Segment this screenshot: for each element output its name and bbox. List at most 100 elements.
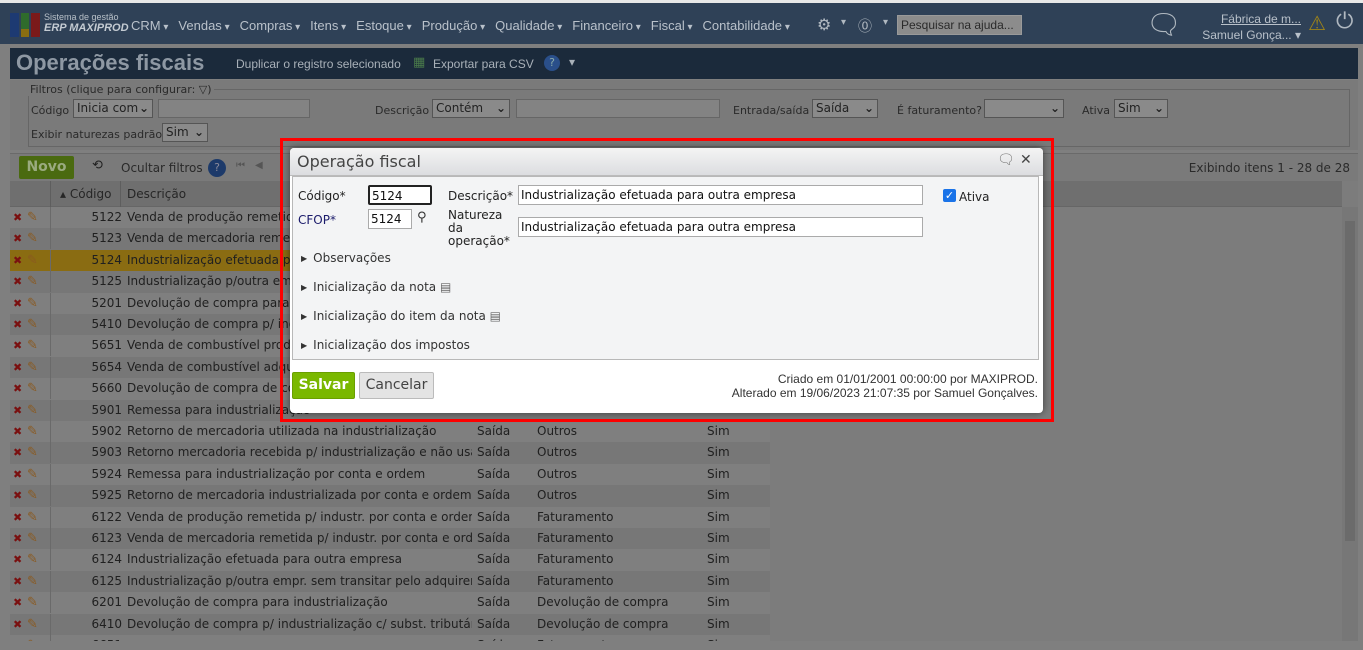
notes-icon[interactable]: ▤: [440, 280, 451, 294]
ativa-filter-select[interactable]: Sim: [1114, 99, 1168, 118]
table-row[interactable]: ✖ ✎ 5903 Retorno mercadoria recebida p/ ind…: [10, 442, 770, 464]
edit-icon[interactable]: ✎: [27, 400, 38, 421]
filters-legend[interactable]: Filtros (clique para configurar: ▽): [28, 83, 214, 96]
cancel-button[interactable]: Cancelar: [359, 372, 434, 399]
edit-icon[interactable]: ✎: [27, 335, 38, 356]
entrada-saida-select[interactable]: Saída: [812, 99, 878, 118]
codigo-operator-select[interactable]: Inicia com: [73, 99, 153, 118]
help-icon[interactable]: ?: [544, 55, 560, 71]
section-inicializacao-impostos[interactable]: Inicialização dos impostos: [301, 338, 470, 352]
chevron-down-icon[interactable]: ▾: [883, 17, 888, 28]
chevron-down-icon[interactable]: ▾: [841, 17, 846, 28]
table-row[interactable]: ✖ ✎ 6123 Venda de mercadoria remetida p/ in…: [10, 528, 770, 550]
edit-icon[interactable]: ✎: [27, 485, 38, 506]
edit-icon[interactable]: ✎: [27, 314, 38, 335]
delete-icon[interactable]: ✖: [13, 335, 22, 356]
delete-icon[interactable]: ✖: [13, 507, 22, 528]
chat-icon[interactable]: 🗨: [1146, 8, 1182, 41]
menu-qualidade[interactable]: Qualidade: [495, 18, 562, 33]
section-inicializacao-item[interactable]: Inicialização do item da nota ▤: [301, 309, 501, 323]
help-search-input[interactable]: Pesquisar na ajuda...: [897, 15, 1022, 35]
prev-page-icon[interactable]: ◀: [255, 160, 263, 171]
table-row[interactable]: ✖ ✎ 6125 Industrialização p/outra empr. sem…: [10, 570, 770, 593]
delete-icon[interactable]: ✖: [13, 421, 22, 442]
section-observacoes[interactable]: Observações: [301, 251, 391, 265]
power-icon[interactable]: ⏻: [1336, 9, 1353, 34]
edit-icon[interactable]: ✎: [27, 357, 38, 378]
natureza-input[interactable]: Industrialização efetuada para outra emp…: [518, 217, 923, 237]
edit-icon[interactable]: ✎: [27, 250, 38, 271]
delete-icon[interactable]: ✖: [13, 549, 22, 570]
table-row[interactable]: ✖ ✎ 6410 Devolução de compra p/ industriali…: [10, 613, 770, 635]
edit-icon[interactable]: ✎: [27, 507, 38, 528]
menu-compras[interactable]: Compras: [240, 18, 301, 33]
edit-icon[interactable]: ✎: [27, 421, 38, 442]
edit-icon[interactable]: ✎: [27, 614, 38, 635]
user-menu[interactable]: Fábrica de m... Samuel Gonça... ▾: [1202, 11, 1301, 43]
notes-icon[interactable]: ▤: [490, 309, 501, 323]
menu-fiscal[interactable]: Fiscal: [651, 18, 693, 33]
delete-icon[interactable]: ✖: [13, 378, 22, 399]
user-name[interactable]: Samuel Gonça...: [1202, 28, 1291, 42]
table-row[interactable]: ✖ ✎ 6651 Saída Faturamento Sim: [10, 635, 770, 641]
edit-icon[interactable]: ✎: [27, 635, 38, 641]
menu-contabilidade[interactable]: Contabilidade: [703, 18, 790, 33]
warning-icon[interactable]: ⚠: [1308, 11, 1326, 35]
edit-icon[interactable]: ✎: [27, 271, 38, 292]
table-row[interactable]: ✖ ✎ 6201 Devolução de compra para industria…: [10, 592, 770, 614]
company-link[interactable]: Fábrica de m...: [1202, 11, 1301, 27]
delete-icon[interactable]: ✖: [13, 528, 22, 549]
delete-icon[interactable]: ✖: [13, 357, 22, 378]
delete-icon[interactable]: ✖: [13, 271, 22, 292]
delete-icon[interactable]: ✖: [13, 314, 22, 335]
table-row[interactable]: ✖ ✎ 6124 Industrialização efetuada para out…: [10, 549, 770, 571]
edit-icon[interactable]: ✎: [27, 592, 38, 613]
descricao-operator-select[interactable]: Contém: [432, 99, 510, 118]
table-row[interactable]: ✖ ✎ 6122 Venda de produção remetida p/ indu…: [10, 506, 770, 528]
delete-icon[interactable]: ✖: [13, 614, 22, 635]
table-row[interactable]: ✖ ✎ 5925 Retorno de mercadoria industrializ…: [10, 485, 770, 507]
column-descricao[interactable]: Descrição: [127, 187, 186, 201]
delete-icon[interactable]: ✖: [13, 571, 22, 592]
export-csv-link[interactable]: Exportar para CSV: [433, 57, 534, 71]
column-codigo[interactable]: ▴ Código: [60, 187, 111, 201]
hide-filters-button[interactable]: Ocultar filtros: [121, 161, 203, 175]
menu-crm[interactable]: CRM: [131, 18, 168, 33]
codigo-filter-input[interactable]: [158, 99, 310, 118]
table-row[interactable]: ✖ ✎ 5902 Retorno de mercadoria utilizada na…: [10, 421, 770, 443]
descricao-input[interactable]: Industrialização efetuada para outra emp…: [518, 185, 923, 205]
edit-icon[interactable]: ✎: [27, 464, 38, 485]
close-icon[interactable]: ✕: [1020, 152, 1032, 168]
naturezas-select[interactable]: Sim: [162, 123, 208, 142]
edit-icon[interactable]: ✎: [27, 528, 38, 549]
cfop-input[interactable]: 5124: [368, 209, 412, 229]
menu-estoque[interactable]: Estoque: [356, 18, 412, 33]
help-icon[interactable]: ?: [208, 159, 226, 177]
delete-icon[interactable]: ✖: [13, 635, 22, 641]
new-button[interactable]: Novo: [19, 156, 74, 179]
edit-icon[interactable]: ✎: [27, 571, 38, 592]
chevron-down-icon[interactable]: ▾: [569, 55, 575, 69]
first-page-icon[interactable]: ⏮: [236, 160, 245, 171]
edit-icon[interactable]: ✎: [27, 442, 38, 463]
delete-icon[interactable]: ✖: [13, 442, 22, 463]
descricao-filter-input[interactable]: [516, 99, 720, 118]
comment-icon[interactable]: 🗨: [997, 152, 1015, 168]
faturamento-select[interactable]: [984, 99, 1064, 118]
delete-icon[interactable]: ✖: [13, 464, 22, 485]
refresh-icon[interactable]: ⟲: [92, 158, 103, 173]
menu-financeiro[interactable]: Financeiro: [572, 18, 641, 33]
delete-icon[interactable]: ✖: [13, 293, 22, 314]
edit-icon[interactable]: ✎: [27, 293, 38, 314]
duplicate-link[interactable]: Duplicar o registro selecionado: [236, 57, 401, 71]
section-inicializacao-nota[interactable]: Inicialização da nota ▤: [301, 280, 451, 294]
menu-vendas[interactable]: Vendas: [178, 18, 229, 33]
delete-icon[interactable]: ✖: [13, 250, 22, 271]
edit-icon[interactable]: ✎: [27, 207, 38, 228]
gear-icon[interactable]: ⚙: [817, 15, 831, 34]
save-button[interactable]: Salvar: [292, 372, 355, 399]
delete-icon[interactable]: ✖: [13, 207, 22, 228]
delete-icon[interactable]: ✖: [13, 228, 22, 249]
help-icon[interactable]: ⓪: [858, 16, 872, 36]
table-row[interactable]: ✖ ✎ 5924 Remessa para industrialização por …: [10, 463, 770, 486]
